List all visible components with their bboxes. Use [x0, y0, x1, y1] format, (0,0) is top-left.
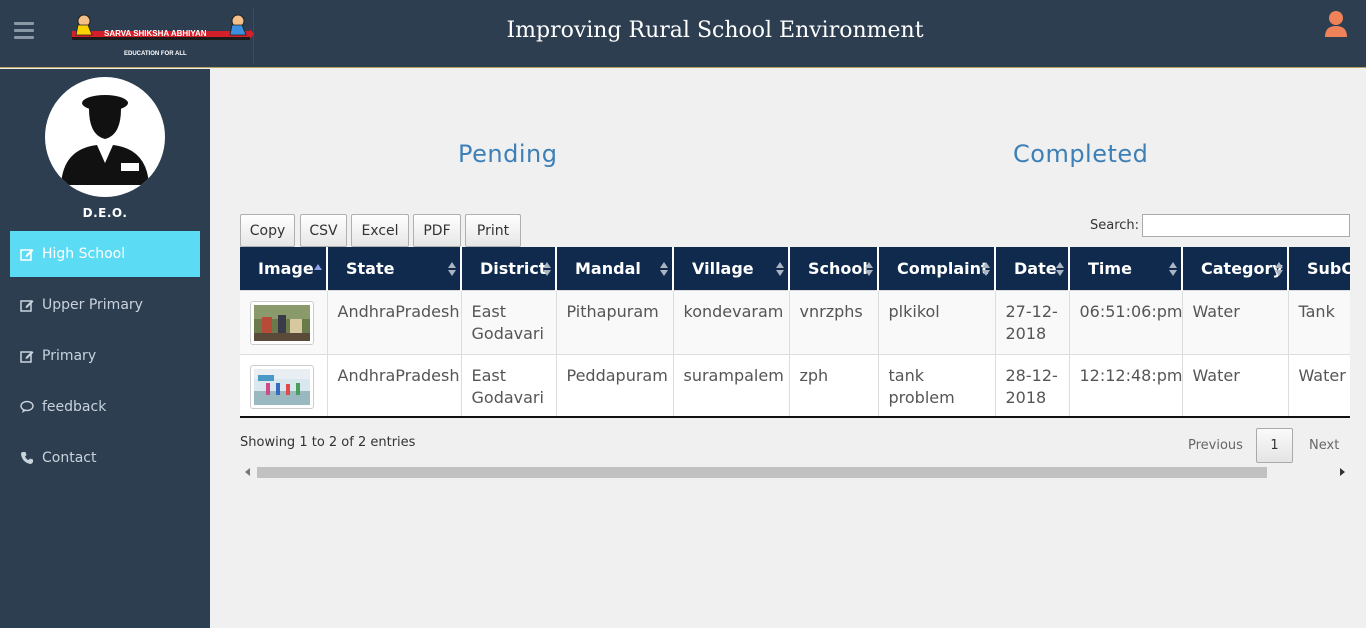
table-info: Showing 1 to 2 of 2 entries — [240, 435, 416, 450]
pdf-button[interactable]: PDF — [413, 214, 461, 247]
complaint-cell: tank problem — [878, 353, 996, 416]
image-cell — [240, 353, 328, 416]
sidebar-item-high-school[interactable]: High School — [10, 231, 200, 277]
district-cell: East Godavari — [461, 353, 557, 416]
tab-completed[interactable]: Completed — [1013, 140, 1148, 168]
sort-icon — [448, 262, 456, 276]
subcategory-cell: Tank — [1288, 289, 1350, 354]
excel-button[interactable]: Excel — [351, 214, 409, 247]
table-row: AndhraPradesh East Godavari Peddapuram s… — [240, 353, 1350, 416]
logo-tagline: EDUCATION FOR ALL — [124, 51, 187, 57]
sort-icon — [543, 262, 551, 276]
column-header-district[interactable]: District — [461, 247, 557, 290]
copy-button[interactable]: Copy — [240, 214, 295, 247]
edit-icon — [20, 349, 36, 363]
sidebar-item-upper-primary[interactable]: Upper Primary — [10, 282, 200, 328]
scroll-left-icon[interactable] — [245, 468, 250, 476]
table-header-row: Image State District Mandal Village Scho… — [240, 247, 1350, 290]
sidebar-item-contact[interactable]: Contact — [10, 435, 200, 481]
school-cell: vnrzphs — [789, 289, 879, 354]
sidebar-item-label: High School — [42, 246, 126, 262]
sort-icon — [1056, 262, 1064, 276]
sidebar-item-label: Contact — [42, 450, 97, 466]
comment-icon — [20, 400, 36, 414]
scroll-right-icon[interactable] — [1340, 468, 1345, 476]
sidebar-item-feedback[interactable]: feedback — [10, 384, 200, 430]
tab-pending[interactable]: Pending — [458, 140, 557, 168]
mandal-cell: Peddapuram — [556, 353, 674, 416]
user-role: D.E.O. — [82, 206, 128, 220]
sidebar: D.E.O. High School Upper Primary Primary… — [0, 69, 210, 628]
image-cell — [240, 289, 328, 354]
sort-icon — [1275, 262, 1283, 276]
date-cell: 28-12-2018 — [995, 353, 1070, 416]
edit-icon — [20, 298, 36, 312]
complaint-image-thumbnail[interactable] — [250, 364, 314, 409]
sort-icon — [982, 262, 990, 276]
edit-icon — [20, 247, 36, 261]
complaint-image-thumbnail[interactable] — [250, 300, 314, 345]
subcategory-cell: Water — [1288, 353, 1350, 416]
time-cell: 12:12:48:pm — [1069, 353, 1183, 416]
column-header-mandal[interactable]: Mandal — [556, 247, 674, 290]
column-header-state[interactable]: State — [327, 247, 462, 290]
print-button[interactable]: Print — [465, 214, 521, 247]
column-header-school[interactable]: School — [789, 247, 879, 290]
table-row: AndhraPradesh East Godavari Pithapuram k… — [240, 289, 1350, 354]
sort-icon — [776, 262, 784, 276]
date-cell: 27-12-2018 — [995, 289, 1070, 354]
pagination-page-1[interactable]: 1 — [1256, 428, 1293, 463]
sidebar-item-label: Primary — [42, 348, 97, 364]
mandal-cell: Pithapuram — [556, 289, 674, 354]
sidebar-item-label: feedback — [42, 399, 107, 415]
time-cell: 06:51:06:pm — [1069, 289, 1183, 354]
horizontal-scrollbar[interactable] — [240, 465, 1350, 479]
sort-icon — [865, 262, 873, 276]
district-cell: East Godavari — [461, 289, 557, 354]
top-header: SARVA SHIKSHA ABHIYAN EDUCATION FOR ALL … — [0, 0, 1366, 68]
sort-asc-icon — [314, 264, 322, 270]
column-header-category[interactable]: Category — [1182, 247, 1289, 290]
column-header-complaint[interactable]: Complaint — [878, 247, 996, 290]
sidebar-item-label: Upper Primary — [42, 297, 143, 313]
state-cell: AndhraPradesh — [327, 289, 462, 354]
school-cell: zph — [789, 353, 879, 416]
user-icon[interactable] — [1325, 10, 1347, 38]
avatar — [45, 77, 165, 197]
column-header-image[interactable]: Image — [240, 247, 328, 290]
category-cell: Water — [1182, 289, 1289, 354]
category-cell: Water — [1182, 353, 1289, 416]
sidebar-item-primary[interactable]: Primary — [10, 333, 200, 379]
scrollbar-thumb[interactable] — [257, 467, 1267, 478]
app-title: Improving Rural School Environment — [506, 18, 924, 43]
complaint-cell: plkikol — [878, 289, 996, 354]
phone-icon — [20, 451, 36, 465]
search-input[interactable] — [1142, 214, 1350, 237]
sort-icon — [660, 262, 668, 276]
search-label: Search: — [1090, 218, 1140, 233]
village-cell: surampalem — [673, 353, 790, 416]
state-cell: AndhraPradesh — [327, 353, 462, 416]
csv-button[interactable]: CSV — [300, 214, 347, 247]
column-header-subcategory[interactable]: SubCa — [1288, 247, 1350, 290]
village-cell: kondevaram — [673, 289, 790, 354]
pagination-previous[interactable]: Previous — [1188, 438, 1243, 453]
pagination-next[interactable]: Next — [1309, 438, 1339, 453]
column-header-village[interactable]: Village — [673, 247, 790, 290]
complaints-table: Image State District Mandal Village Scho… — [240, 247, 1350, 418]
column-header-time[interactable]: Time — [1069, 247, 1183, 290]
sort-icon — [1169, 262, 1177, 276]
column-header-date[interactable]: Date — [995, 247, 1070, 290]
